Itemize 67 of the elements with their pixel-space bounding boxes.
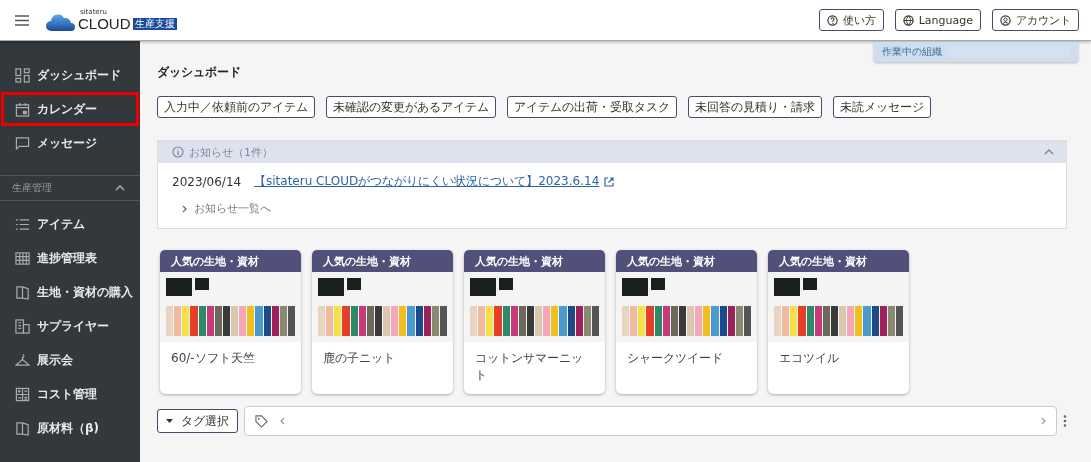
tag-select-button[interactable]: タグ選択 <box>157 409 238 433</box>
chevron-icon <box>182 204 187 213</box>
sidebar-item[interactable]: 生地・資材の購入 <box>1 275 139 309</box>
card-header: 人気の生地・資材 <box>616 250 757 272</box>
left-chevron-icon[interactable] <box>280 417 285 425</box>
card-title: シャークツイード <box>626 350 724 367</box>
filter-button[interactable]: 未確認の変更があるアイテム <box>326 96 496 118</box>
notice-title: お知らせ（1件） <box>189 144 273 160</box>
book-icon <box>15 420 30 436</box>
filter-button[interactable]: アイテムの出荷・受取タスク <box>507 96 677 118</box>
organization-label: 作業中の組織 <box>882 45 942 59</box>
info-icon <box>172 146 184 158</box>
logo-badge: 生産支援 <box>132 17 177 30</box>
material-card[interactable]: 人気の生地・資材 コットンサマーニット <box>464 250 605 394</box>
tag-icon <box>255 414 268 428</box>
card-title: 60/-ソフト天竺 <box>170 350 256 367</box>
card-header: 人気の生地・資材 <box>160 250 301 272</box>
right-chevron-icon[interactable] <box>1041 417 1046 425</box>
more-icon[interactable] <box>1063 415 1067 427</box>
card-title: コットンサマーニット <box>474 350 584 384</box>
building-icon <box>15 318 30 334</box>
card-title: エコツイル <box>778 350 840 367</box>
logo-text: CLOUD <box>78 16 131 31</box>
sidebar-item[interactable]: アイテム <box>1 207 139 241</box>
card-header: 人気の生地・資材 <box>768 250 909 272</box>
tag-field[interactable] <box>244 406 1057 436</box>
filter-button[interactable]: 未読メッセージ <box>833 96 931 118</box>
globe-icon <box>902 14 914 26</box>
external-link-icon <box>604 176 615 187</box>
sidebar-item[interactable]: コスト管理 <box>1 377 139 411</box>
account-icon <box>1000 14 1011 26</box>
section-header[interactable]: 生産管理 <box>0 175 140 201</box>
account-button[interactable]: アカウント <box>992 9 1079 31</box>
material-card[interactable]: 人気の生地・資材 シャークツイード <box>616 250 757 394</box>
notice-date: 2023/06/14 <box>172 174 243 189</box>
menu-icon[interactable] <box>15 14 29 26</box>
dashboard-icon <box>15 67 30 83</box>
card-header: 人気の生地・資材 <box>464 250 605 272</box>
sidebar-item[interactable]: カレンダー <box>1 92 139 126</box>
help-icon <box>826 14 838 26</box>
notice-link[interactable]: 【sitateru CLOUDがつながりにくい状況について】2023.6.14 <box>254 173 600 190</box>
cloud-icon <box>46 13 76 31</box>
page-title: ダッシュボード <box>157 64 242 81</box>
sidebar-item[interactable]: メッセージ <box>1 126 139 160</box>
book-icon <box>15 284 30 300</box>
material-card[interactable]: 人気の生地・資材 鹿の子ニット <box>312 250 453 394</box>
sidebar-item[interactable]: 展示会 <box>1 343 139 377</box>
caret-icon <box>166 419 173 423</box>
calc-icon <box>15 386 30 402</box>
language-button[interactable]: Language <box>894 9 981 31</box>
card-header: 人気の生地・資材 <box>312 250 453 272</box>
sidebar-item[interactable]: 原材料（β) <box>1 411 139 445</box>
notice-list-link[interactable]: お知らせ一覧へ <box>182 201 1052 216</box>
list-icon <box>15 216 30 232</box>
message-icon <box>15 135 30 151</box>
hanger-icon <box>15 352 30 368</box>
material-card[interactable]: 人気の生地・資材 エコツイル <box>768 250 909 394</box>
material-card[interactable]: 人気の生地・資材 60/-ソフト天竺 <box>160 250 301 394</box>
help-button[interactable]: 使い方 <box>818 9 884 31</box>
sidebar-item[interactable]: ダッシュボード <box>1 58 139 92</box>
sidebar-item[interactable]: 進捗管理表 <box>1 241 139 275</box>
calendar-icon <box>15 101 30 117</box>
filter-button[interactable]: 入力中／依頼前のアイテム <box>157 96 315 118</box>
card-title: 鹿の子ニット <box>322 350 396 367</box>
table-icon <box>15 250 30 266</box>
sidebar-item[interactable]: サプライヤー <box>1 309 139 343</box>
filter-button[interactable]: 未回答の見積り・請求 <box>688 96 822 118</box>
